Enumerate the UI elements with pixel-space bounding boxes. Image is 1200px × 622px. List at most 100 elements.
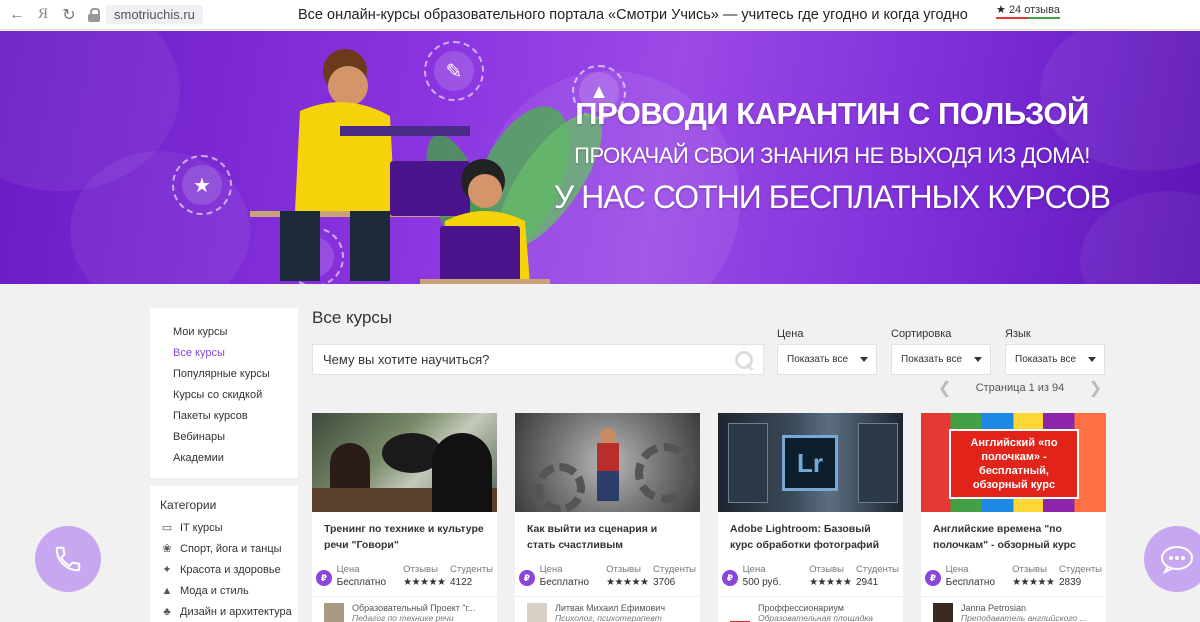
course-author[interactable]: Проффессионариум Образовательная площадк… xyxy=(718,596,903,622)
course-card[interactable]: Lr Adobe Lightroom: Базовый курс обработ… xyxy=(718,413,903,622)
category-label: Красота и здоровье xyxy=(180,564,281,576)
language-filter-select[interactable]: Показать все xyxy=(1005,344,1105,375)
avatar xyxy=(933,603,953,622)
course-reviews: Отзывы ★★★★★ xyxy=(606,564,653,588)
banner-text: ПРОВОДИ КАРАНТИН С ПОЛЬЗОЙ ПРОКАЧАЙ СВОИ… xyxy=(542,96,1122,216)
author-name: Литвак Михаил Ефимович xyxy=(555,603,666,613)
course-title[interactable]: Adobe Lightroom: Базовый курс обработки … xyxy=(718,512,903,560)
category-label: IT курсы xyxy=(180,522,223,534)
course-card[interactable]: Тренинг по технике и культуре речи "Гово… xyxy=(312,413,497,622)
sidebar-item-my-courses[interactable]: Мои курсы xyxy=(173,322,298,343)
course-image[interactable]: Английский «по полочкам» - бесплатный, о… xyxy=(921,413,1106,512)
promo-banner[interactable]: ✎ ★ ● ▲ ПРОВОДИ КАРАНТИН С ПОЛЬЗОЙ ПРОКА… xyxy=(0,31,1200,284)
categories-title: Категории xyxy=(160,498,217,512)
students-value: 2839 xyxy=(1059,577,1082,588)
course-price: Цена Бесплатно xyxy=(337,564,403,588)
category-label: Дизайн и архитектура xyxy=(180,606,292,618)
price-filter-label: Цена xyxy=(777,328,804,340)
category-beauty[interactable]: ✦ Красота и здоровье xyxy=(160,560,298,581)
price-label: Цена xyxy=(945,564,969,575)
url-text[interactable]: smotriuchis.ru xyxy=(106,5,203,24)
sidebar-item-discount[interactable]: Курсы со скидкой xyxy=(173,385,298,406)
course-title[interactable]: Как выйти из сценария и стать счастливым xyxy=(515,512,700,560)
price-value: Бесплатно xyxy=(945,577,996,588)
search-input[interactable] xyxy=(323,352,733,367)
reviews-label: Отзывы xyxy=(1012,564,1047,575)
students-label: Студенты xyxy=(653,564,697,575)
language-filter-value: Показать все xyxy=(1015,354,1077,365)
price-filter: Цена Показать все xyxy=(777,328,877,375)
call-button[interactable] xyxy=(35,526,101,592)
sidebar-item-webinars[interactable]: Вебинары xyxy=(173,427,298,448)
pagination: ❮ Страница 1 из 94 ❯ xyxy=(938,378,1102,398)
avatar xyxy=(527,603,547,622)
sidebar-item-packages[interactable]: Пакеты курсов xyxy=(173,406,298,427)
banner-subline-2: У НАС СОТНИ БЕСПЛАТНЫХ КУРСОВ xyxy=(553,179,1111,216)
lightroom-icon: Lr xyxy=(782,435,838,491)
author-name: Образовательный Проект "г... xyxy=(352,603,476,613)
course-card[interactable]: Английский «по полочкам» - бесплатный, о… xyxy=(921,413,1106,622)
course-title[interactable]: Тренинг по технике и культуре речи "Гово… xyxy=(312,512,497,560)
students-value: 4122 xyxy=(450,577,473,588)
ruble-icon: ₽ xyxy=(519,570,535,586)
reviews-label: Отзывы xyxy=(809,564,844,575)
monitor-icon: ▭ xyxy=(161,522,173,534)
author-name: Janna Petrosian xyxy=(961,603,1027,613)
hanger-icon: ▲ xyxy=(161,585,173,597)
rating-stars-icon: ★★★★★ xyxy=(403,577,446,588)
prev-page-icon[interactable]: ❮ xyxy=(938,378,951,398)
reviews-label: Отзывы xyxy=(403,564,438,575)
course-author[interactable]: Janna Petrosian Преподаватель английског… xyxy=(921,596,1106,622)
course-card[interactable]: Как выйти из сценария и стать счастливым… xyxy=(515,413,700,622)
yandex-logo-icon[interactable]: Я xyxy=(30,0,56,30)
course-title[interactable]: Английские времена "по полочкам" - обзор… xyxy=(921,512,1106,560)
author-role: Педагог по технике речи xyxy=(352,613,454,622)
course-image[interactable] xyxy=(312,413,497,512)
author-name: Проффессионариум xyxy=(758,603,844,613)
reviews-badge[interactable]: ★ 24 отзыва xyxy=(996,3,1060,21)
category-sport[interactable]: ❀ Спорт, йога и танцы xyxy=(160,539,298,560)
course-author[interactable]: Литвак Михаил Ефимович Психолог, психоте… xyxy=(515,596,700,622)
category-design[interactable]: ♣ Дизайн и архитектура xyxy=(160,602,298,622)
course-image[interactable]: Lr xyxy=(718,413,903,512)
price-label: Цена xyxy=(742,564,766,575)
price-filter-value: Показать все xyxy=(787,354,849,365)
course-stats: ₽ Цена Бесплатно Отзывы ★★★★★ Студенты 4… xyxy=(312,564,497,588)
price-value: Бесплатно xyxy=(336,577,387,588)
course-stats: ₽ Цена Бесплатно Отзывы ★★★★★ Студенты 2… xyxy=(921,564,1106,588)
students-value: 2941 xyxy=(856,577,879,588)
students-label: Студенты xyxy=(856,564,900,575)
rating-stars-icon: ★★★★★ xyxy=(1012,577,1055,588)
search-icon[interactable] xyxy=(733,349,755,371)
course-stats: ₽ Цена 500 руб. Отзывы ★★★★★ Студенты 29… xyxy=(718,564,903,588)
category-fashion[interactable]: ▲ Мода и стиль xyxy=(160,581,298,602)
address-bar[interactable]: smotriuchis.ru xyxy=(88,5,203,24)
author-role: Преподаватель английского ... xyxy=(961,613,1087,622)
sidebar-item-academies[interactable]: Академии xyxy=(173,448,298,469)
section-title: Все курсы xyxy=(312,308,393,327)
author-role: Образовательная площадка xyxy=(758,613,874,622)
course-image[interactable] xyxy=(515,413,700,512)
lock-icon xyxy=(88,7,100,22)
price-filter-select[interactable]: Показать все xyxy=(777,344,877,375)
banner-headline: ПРОВОДИ КАРАНТИН С ПОЛЬЗОЙ xyxy=(575,96,1089,131)
chat-button[interactable] xyxy=(1144,526,1200,592)
course-author[interactable]: Образовательный Проект "г... Педагог по … xyxy=(312,596,497,622)
sidebar-item-all-courses[interactable]: Все курсы xyxy=(173,343,298,364)
course-students: Студенты 2839 xyxy=(1059,564,1102,588)
sort-filter-select[interactable]: Показать все xyxy=(891,344,991,375)
students-label: Студенты xyxy=(450,564,494,575)
search-box xyxy=(312,344,764,375)
medal-icon: ★ xyxy=(182,165,222,205)
yoga-icon: ❀ xyxy=(162,543,172,555)
sort-filter-value: Показать все xyxy=(901,354,963,365)
sidebar-item-popular[interactable]: Популярные курсы xyxy=(173,364,298,385)
beauty-icon: ✦ xyxy=(162,564,172,576)
back-arrow-icon[interactable]: ← xyxy=(4,0,30,30)
category-it[interactable]: ▭ IT курсы xyxy=(160,518,298,539)
reviews-count: 24 отзыва xyxy=(1008,4,1060,16)
next-page-icon[interactable]: ❯ xyxy=(1089,378,1102,398)
chevron-down-icon xyxy=(860,357,868,362)
rating-stars-icon: ★★★★★ xyxy=(809,577,852,588)
reload-icon[interactable]: ↻ xyxy=(56,0,82,30)
